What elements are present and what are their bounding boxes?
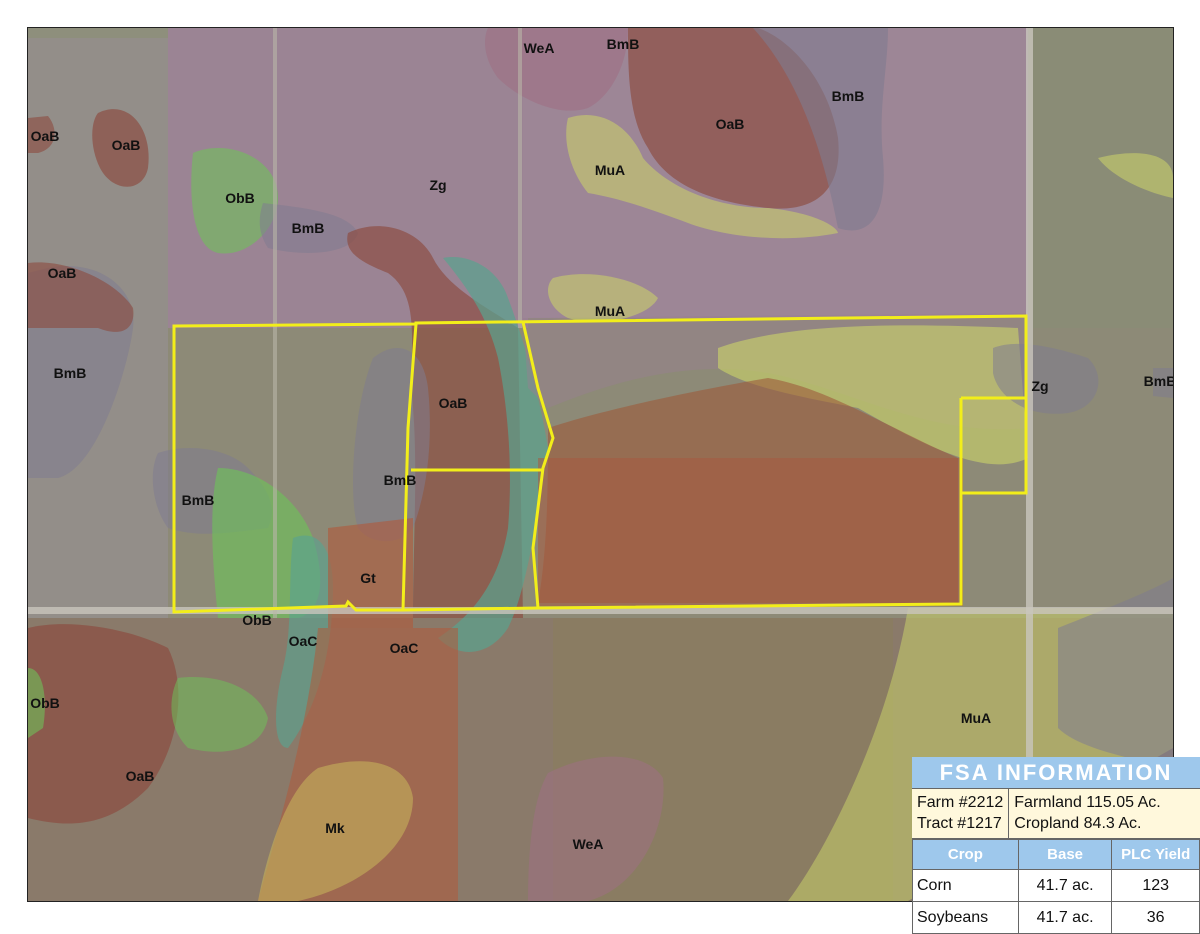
soil-label: ObB: [242, 612, 272, 628]
soil-label: BmB: [831, 88, 865, 104]
crop-base: 41.7 ac.: [1017, 869, 1113, 902]
table-row: Corn 41.7 ac. 123: [912, 869, 1200, 902]
cropland-acreage: Cropland 84.3 Ac.: [1014, 815, 1142, 832]
field-lane-north: [518, 28, 522, 328]
header-crop: Crop: [912, 839, 1019, 870]
farm-number: Farm #2212: [917, 794, 1004, 811]
acreage-column: Farmland 115.05 Ac. Cropland 84.3 Ac.: [1008, 789, 1165, 838]
soil-label: Gt: [360, 570, 376, 586]
soil-label: OaC: [389, 640, 419, 656]
table-row: Soybeans 41.7 ac. 36: [912, 901, 1200, 934]
soil-label: OaB: [30, 128, 60, 144]
crop-name: Soybeans: [912, 901, 1019, 934]
soil-label: Mk: [325, 820, 345, 836]
soil-label: Zg: [429, 177, 447, 193]
soil-label: MuA: [960, 710, 992, 726]
crop-table-header: Crop Base PLC Yield: [912, 839, 1200, 870]
soil-label: BmB: [291, 220, 325, 236]
soil-label: OaB: [47, 265, 77, 281]
soil-label: BmB: [53, 365, 87, 381]
soil-label: WeA: [523, 40, 555, 56]
soil-label: OaB: [125, 768, 155, 784]
fsa-farm-info: Farm #2212 Tract #1217 Farmland 115.05 A…: [912, 788, 1200, 839]
soil-label: OaC: [288, 633, 318, 649]
farm-tract-column: Farm #2212 Tract #1217: [912, 789, 1008, 838]
crop-base: 41.7 ac.: [1017, 901, 1113, 934]
soil-label: MuA: [594, 303, 626, 319]
header-base: Base: [1017, 839, 1113, 870]
soil-label: OaB: [715, 116, 745, 132]
soil-label: ObB: [30, 695, 60, 711]
soil-label: BmB: [606, 36, 640, 52]
soil-label: MuA: [594, 162, 626, 178]
fsa-title: FSA INFORMATION: [912, 757, 1200, 788]
soil-label: Zg: [1031, 378, 1049, 394]
crop-yield: 123: [1111, 869, 1200, 902]
fsa-information-panel: FSA INFORMATION Farm #2212 Tract #1217 F…: [912, 757, 1200, 934]
soil-label: ObB: [225, 190, 255, 206]
soil-label: BmB: [1143, 373, 1174, 389]
soil-label: OaB: [111, 137, 141, 153]
south-field-polygon: [538, 458, 963, 606]
soil-label: BmB: [383, 472, 417, 488]
tract-number: Tract #1217: [917, 815, 1002, 832]
crop-name: Corn: [912, 869, 1019, 902]
soil-label: BmB: [181, 492, 215, 508]
header-plc-yield: PLC Yield: [1111, 839, 1200, 870]
crop-yield: 36: [1111, 901, 1200, 934]
soil-label: OaB: [438, 395, 468, 411]
soil-label: WeA: [572, 836, 604, 852]
field-lane-west: [273, 28, 277, 618]
crop-table: Crop Base PLC Yield Corn 41.7 ac. 123 So…: [912, 839, 1200, 934]
farmland-acreage: Farmland 115.05 Ac.: [1014, 794, 1161, 811]
